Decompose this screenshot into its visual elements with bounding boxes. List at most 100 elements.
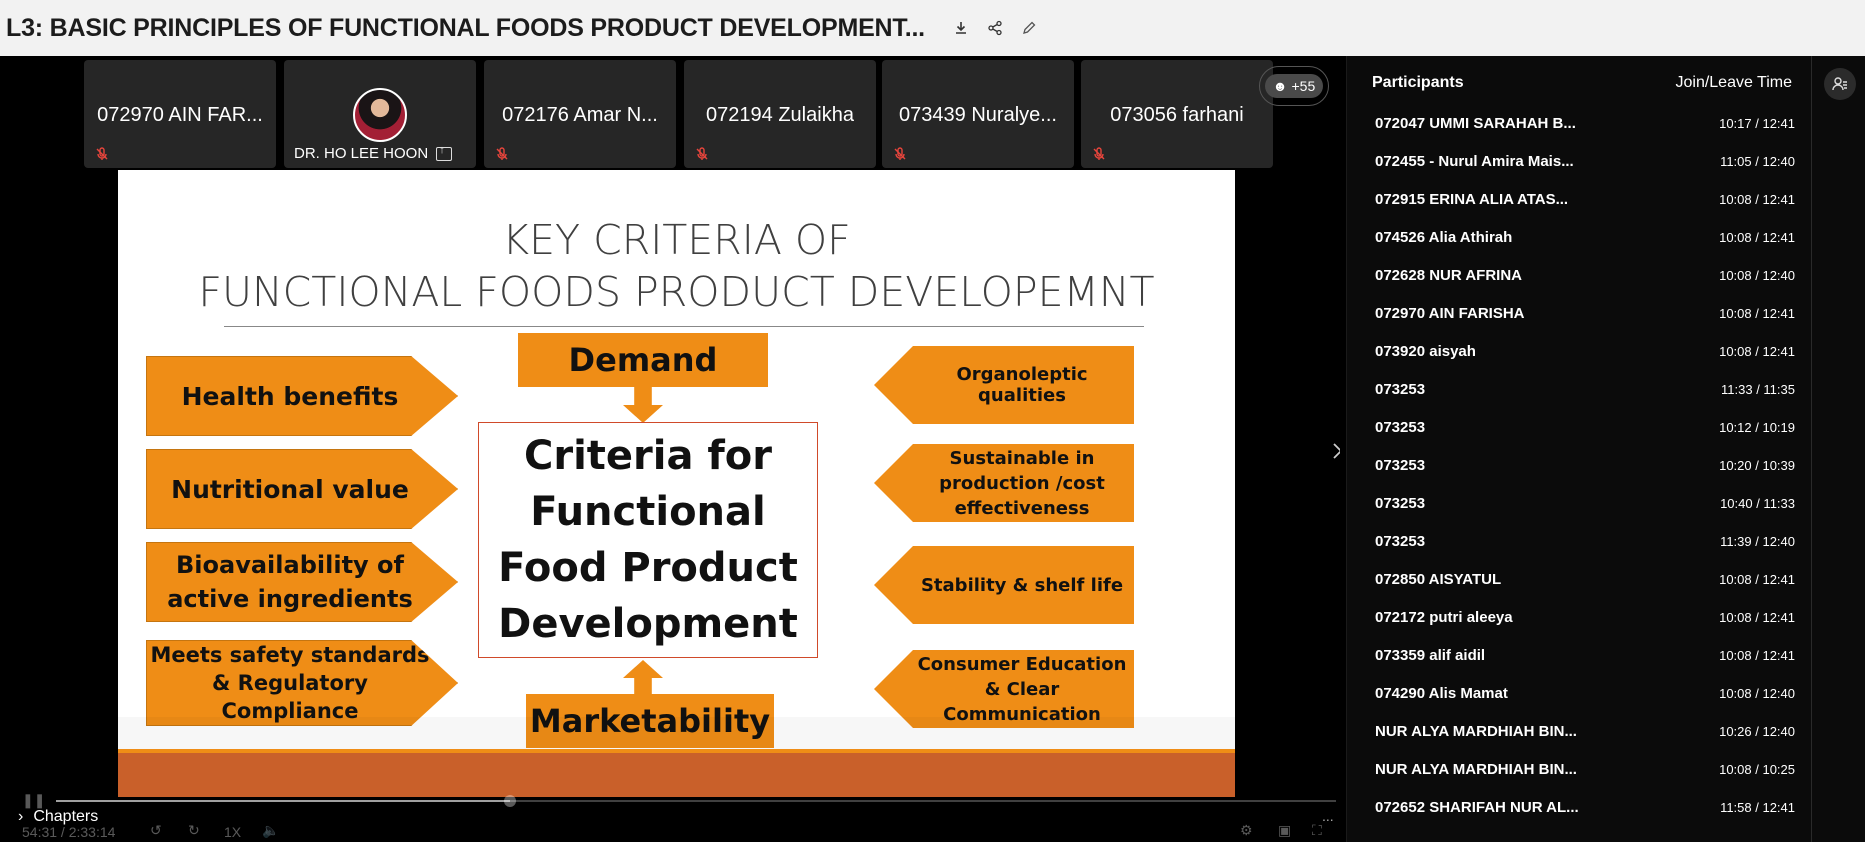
mic-muted-icon — [494, 146, 510, 162]
download-icon[interactable] — [949, 16, 973, 40]
participant-row[interactable]: 072047 UMMI SARAHAH B... 10:17 / 12:41 — [1375, 104, 1795, 142]
participant-name: 072455 - Nurul Amira Mais... — [1375, 152, 1574, 170]
volume-icon[interactable]: 🔈 — [262, 822, 279, 839]
participant-name: 072652 SHARIFAH NUR AL... — [1375, 798, 1579, 816]
participants-toggle-button[interactable] — [1824, 68, 1856, 100]
participant-join-leave-time: 10:08 / 12:41 — [1719, 229, 1795, 245]
participant-join-leave-time: 10:08 / 12:41 — [1719, 647, 1795, 663]
participant-row[interactable]: 073253 10:12 / 10:19 — [1375, 408, 1795, 446]
mic-muted-icon — [694, 146, 710, 162]
tile-name: 072194 Zulaikha — [706, 104, 854, 126]
participant-name: 072172 putri aleeya — [1375, 608, 1513, 626]
chevron-right-icon — [1333, 443, 1340, 459]
edit-icon[interactable] — [1017, 16, 1041, 40]
participant-join-leave-time: 10:17 / 12:41 — [1719, 115, 1795, 131]
participant-join-leave-time: 10:08 / 12:40 — [1719, 267, 1795, 283]
participant-row[interactable]: 074290 Alis Mamat 10:08 / 12:40 — [1375, 674, 1795, 712]
participant-join-leave-time: 10:08 / 10:25 — [1719, 761, 1795, 777]
participant-row[interactable]: NUR ALYA MARDHIAH BIN... 10:08 / 10:25 — [1375, 750, 1795, 788]
more-participants-button[interactable]: ☻ +55 — [1259, 66, 1329, 106]
participant-row[interactable]: 072652 SHARIFAH NUR AL... 11:58 / 12:41 — [1375, 788, 1795, 826]
center-criteria-box: Criteria for Functional Food Product Dev… — [478, 422, 818, 658]
mic-muted-icon — [1091, 146, 1107, 162]
participant-name: 073920 aisyah — [1375, 342, 1476, 360]
participant-name: 073253 — [1375, 494, 1426, 512]
participant-name: 073253 — [1375, 418, 1426, 436]
participant-join-leave-time: 10:08 / 12:41 — [1719, 343, 1795, 359]
forward-icon[interactable]: ↻ — [188, 822, 200, 839]
participant-name: 072915 ERINA ALIA ATAS... — [1375, 190, 1569, 208]
slide-footer — [118, 753, 1235, 797]
participant-join-leave-time: 10:20 / 10:39 — [1719, 457, 1795, 473]
participant-row[interactable]: 073920 aisyah 10:08 / 12:41 — [1375, 332, 1795, 370]
pip-icon[interactable]: ▣ — [1278, 822, 1291, 839]
participant-join-leave-time: 11:39 / 12:40 — [1720, 533, 1795, 549]
participant-name: 073253 — [1375, 456, 1426, 474]
rewind-icon[interactable]: ↺ — [150, 822, 162, 839]
participant-row[interactable]: 072915 ERINA ALIA ATAS... 10:08 / 12:41 — [1375, 180, 1795, 218]
participant-row[interactable]: 072628 NUR AFRINA 10:08 / 12:40 — [1375, 256, 1795, 294]
participant-row[interactable]: 073359 alif aidil 10:08 / 12:41 — [1375, 636, 1795, 674]
tile-name: 073439 Nuralye... — [899, 104, 1057, 126]
participant-row[interactable]: 073253 11:39 / 12:40 — [1375, 522, 1795, 560]
fullscreen-icon[interactable]: ⛶ — [1312, 822, 1322, 839]
criteria-left-4: Meets safety standards & Regulatory Comp… — [146, 640, 458, 726]
settings-icon[interactable]: ⚙ — [1240, 822, 1253, 839]
participant-name: NUR ALYA MARDHIAH BIN... — [1375, 722, 1577, 740]
participant-row[interactable]: 073253 11:33 / 11:35 — [1375, 370, 1795, 408]
person-icon: ☻ — [1272, 78, 1288, 94]
seek-bar-fill — [56, 800, 511, 802]
participant-row[interactable]: NUR ALYA MARDHIAH BIN... 10:26 / 12:40 — [1375, 712, 1795, 750]
participant-name: 072628 NUR AFRINA — [1375, 266, 1522, 284]
participant-row[interactable]: 073253 10:40 / 11:33 — [1375, 484, 1795, 522]
chevron-right-icon: › — [18, 808, 24, 825]
video-player[interactable]: 072970 AIN FAR... DR. HO LEE HOON 072176… — [6, 56, 1340, 842]
slide-band — [118, 717, 1235, 749]
right-sidebar — [1811, 56, 1865, 842]
participant-row[interactable]: 072850 AISYATUL 10:08 / 12:41 — [1375, 560, 1795, 598]
time-readout: 54:31 / 2:33:14 — [22, 824, 116, 840]
participant-row[interactable]: 074526 Alia Athirah 10:08 / 12:41 — [1375, 218, 1795, 256]
demand-box: Demand — [518, 333, 768, 387]
chapters-label: Chapters — [33, 808, 99, 825]
video-tile[interactable]: 073439 Nuralye... — [882, 60, 1074, 168]
recording-title: L3: BASIC PRINCIPLES OF FUNCTIONAL FOODS… — [6, 13, 925, 42]
participant-row[interactable]: 072970 AIN FARISHA 10:08 / 12:41 — [1375, 294, 1795, 332]
participant-row[interactable]: 072172 putri aleeya 10:08 / 12:41 — [1375, 598, 1795, 636]
video-tile[interactable]: 072970 AIN FAR... — [84, 60, 276, 168]
participant-name: 074290 Alis Mamat — [1375, 684, 1508, 702]
criteria-right-2: Sustainable in production /cost effectiv… — [874, 444, 1134, 522]
slide-title: KEY CRITERIA OF FUNCTIONAL FOODS PRODUCT… — [118, 214, 1235, 318]
host-video-tile[interactable]: DR. HO LEE HOON — [284, 60, 476, 168]
tile-name: DR. HO LEE HOON — [294, 145, 429, 162]
video-tile[interactable]: 072194 Zulaikha — [684, 60, 876, 168]
participant-name: 072970 AIN FARISHA — [1375, 304, 1525, 322]
speed-button[interactable]: 1X — [224, 824, 241, 840]
more-options-icon[interactable]: ... — [1322, 808, 1334, 824]
participants-icon — [1832, 77, 1847, 91]
criteria-right-1: Organoleptic qualities — [874, 346, 1134, 424]
participant-join-leave-time: 11:58 / 12:41 — [1720, 799, 1795, 815]
slide-divider — [224, 326, 1144, 327]
chapters-toggle[interactable]: › Chapters — [18, 808, 98, 826]
video-tile[interactable]: 072176 Amar N... — [484, 60, 676, 168]
participants-header: Participants Join/Leave Time — [1372, 74, 1792, 92]
participant-join-leave-time: 10:40 / 11:33 — [1720, 495, 1795, 511]
pause-icon[interactable]: ❚❚ — [22, 792, 45, 809]
screen-share-icon — [436, 144, 453, 161]
join-leave-header: Join/Leave Time — [1675, 74, 1792, 91]
slide-title-line1: KEY CRITERIA OF — [502, 216, 851, 264]
criteria-left-2: Nutritional value — [146, 449, 458, 529]
video-tile[interactable]: 073056 farhani — [1081, 60, 1273, 168]
share-icon[interactable] — [983, 16, 1007, 40]
tile-name: 073056 farhani — [1110, 104, 1244, 126]
participants-panel: Participants Join/Leave Time 072047 UMMI… — [1346, 56, 1811, 842]
participant-row[interactable]: 072455 - Nurul Amira Mais... 11:05 / 12:4… — [1375, 142, 1795, 180]
collapse-panel-button[interactable] — [1328, 436, 1340, 466]
participant-name: 074526 Alia Athirah — [1375, 228, 1513, 246]
tile-name: 072970 AIN FAR... — [97, 104, 263, 126]
mic-muted-icon — [94, 146, 110, 162]
participant-row[interactable]: 073253 10:20 / 10:39 — [1375, 446, 1795, 484]
participant-join-leave-time: 10:08 / 12:41 — [1719, 191, 1795, 207]
seek-bar[interactable] — [56, 795, 1336, 807]
